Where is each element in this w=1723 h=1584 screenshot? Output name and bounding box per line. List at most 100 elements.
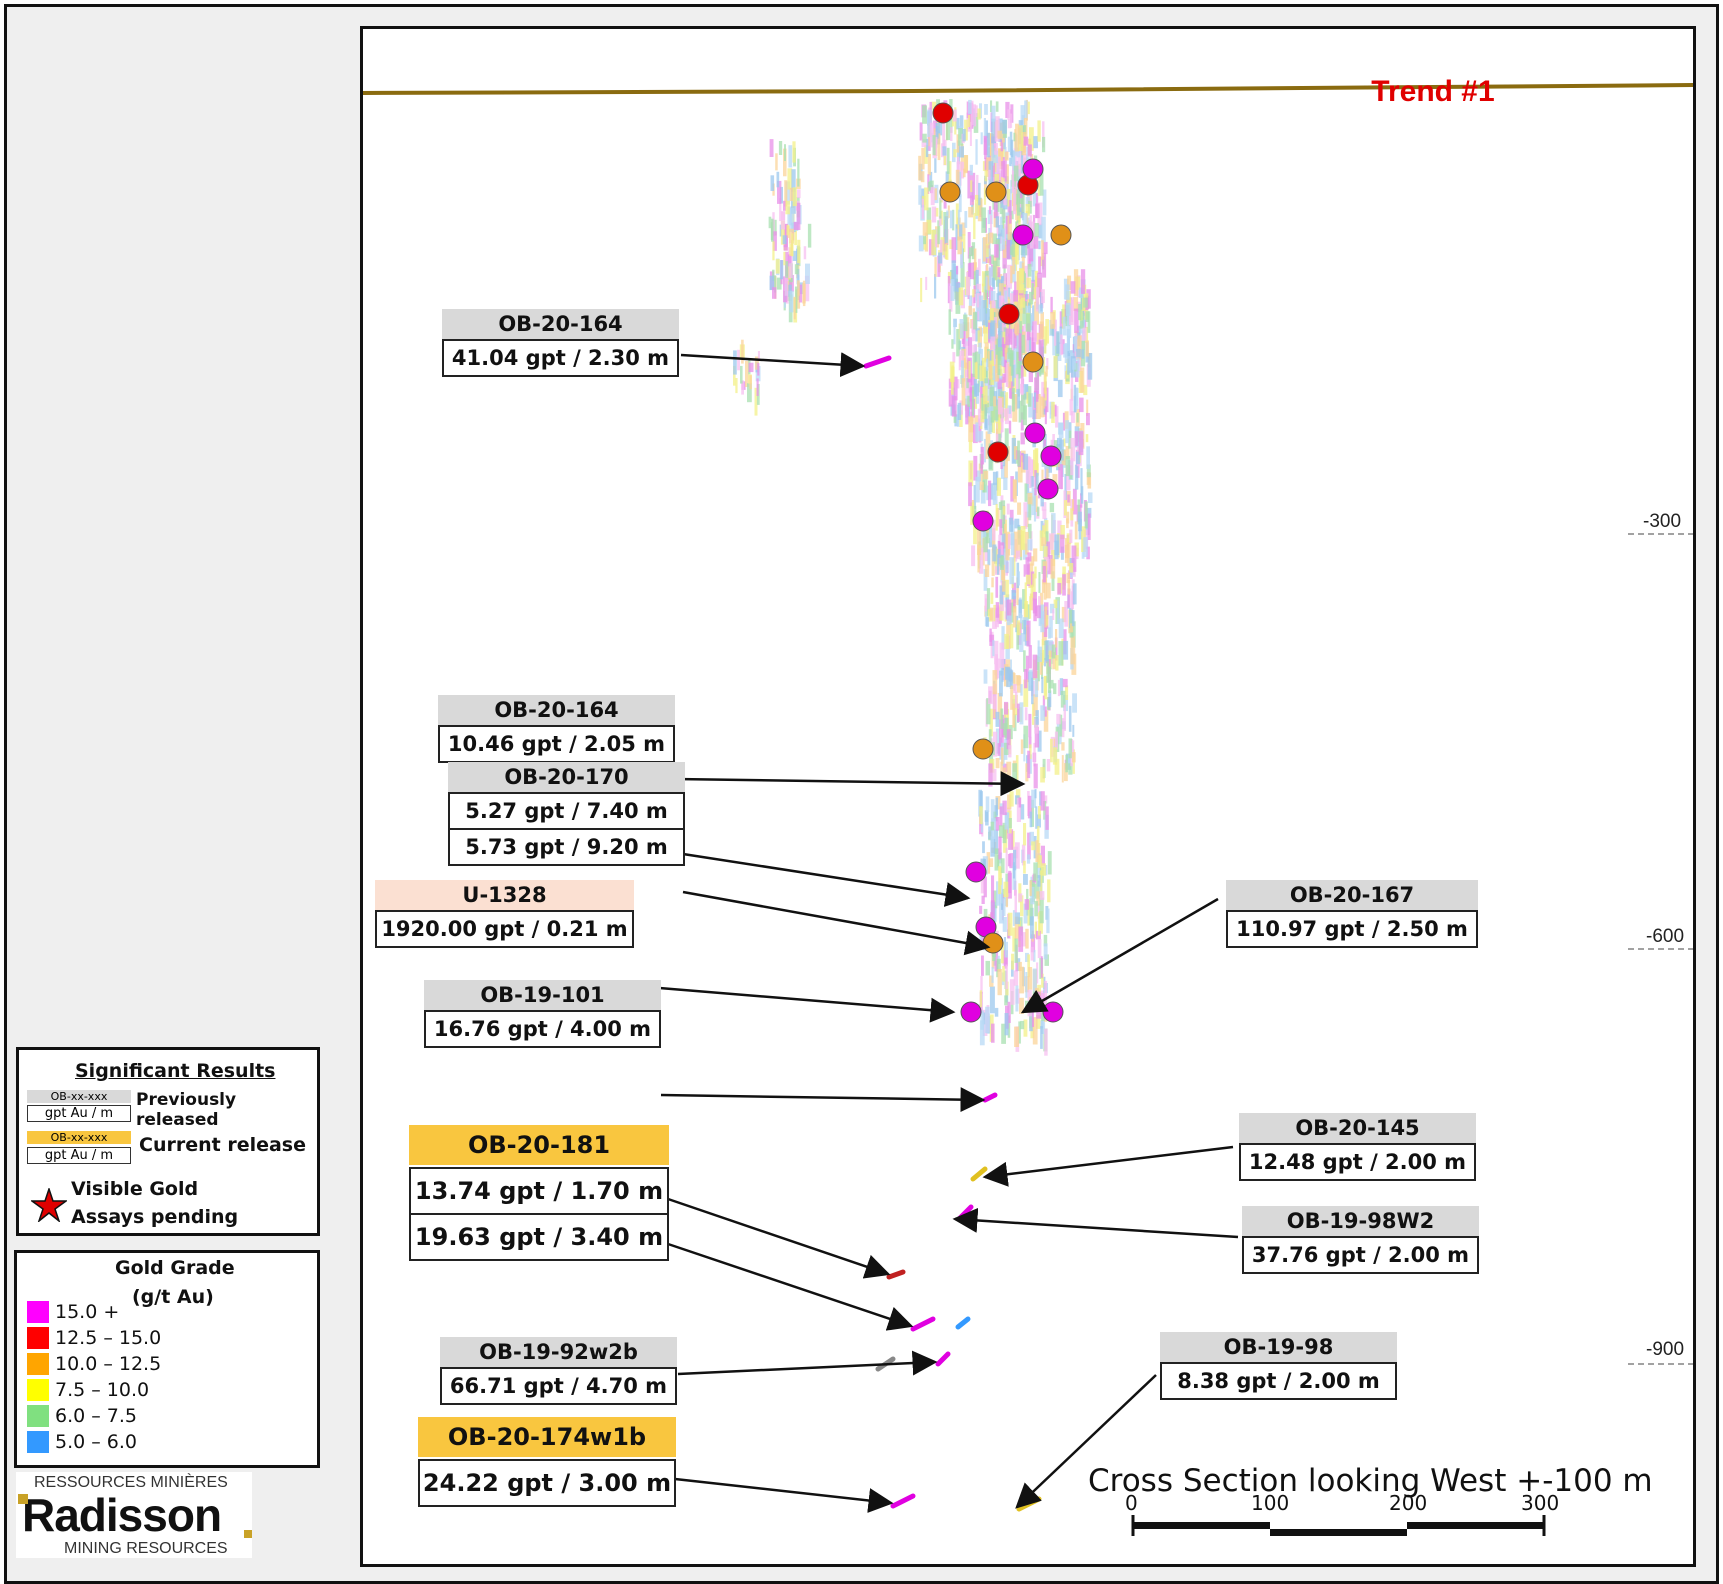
legend-previous-label: Previously released	[136, 1090, 237, 1130]
drill-trace-segment	[1009, 557, 1015, 585]
drill-trace-segment	[1010, 139, 1014, 158]
drill-trace-segment	[1016, 189, 1020, 216]
drill-trace-segment	[1025, 313, 1031, 332]
drill-trace-segment	[994, 244, 999, 258]
drill-trace-segment	[1038, 256, 1042, 274]
drill-trace-segment	[959, 319, 964, 339]
drill-trace-segment	[1018, 333, 1022, 361]
drill-trace-segment	[1043, 943, 1048, 960]
drill-trace-segment	[1056, 713, 1061, 725]
drill-trace-segment	[794, 264, 799, 275]
logo-gold-mark	[18, 1494, 28, 1504]
drill-trace-segment	[1004, 941, 1008, 958]
drill-trace-segment	[1023, 620, 1027, 635]
grade-label-2: 10.0 – 12.5	[55, 1353, 162, 1375]
grade-label-5: 5.0 – 6.0	[55, 1431, 138, 1453]
drill-trace-segment	[998, 836, 1002, 860]
drill-trace-segment	[962, 128, 966, 142]
star-icon	[31, 1188, 67, 1222]
drill-trace-segment	[1029, 811, 1033, 828]
drill-trace-segment	[1055, 629, 1058, 648]
drill-trace-segment	[1024, 707, 1028, 721]
drill-trace-segment	[975, 422, 979, 442]
grade-legend-units: (g/t Au)	[132, 1286, 214, 1308]
drill-trace-segment	[984, 169, 988, 182]
drill-trace-segment	[1015, 323, 1020, 336]
logo-bottom-text: MINING RESOURCES	[64, 1540, 228, 1557]
drill-trace-segment	[1069, 529, 1073, 543]
drill-trace-segment	[1010, 113, 1013, 128]
drill-trace-segment	[1028, 713, 1032, 738]
drill-trace-segment	[1009, 979, 1015, 1005]
drill-trace-segment	[951, 396, 957, 417]
intercept-hole: U-1328	[375, 880, 634, 910]
drill-trace-segment	[1012, 763, 1018, 781]
radisson-logo: RESSOURCES MINIÈRES Radisson MINING RESO…	[16, 1472, 252, 1558]
arrow-ob20164b	[674, 771, 1026, 797]
drill-trace-segment	[997, 743, 1001, 756]
drill-trace-segment	[944, 216, 948, 243]
drill-trace-segment	[996, 477, 1001, 496]
drill-trace-segment	[1042, 525, 1046, 538]
arrow-ob1992	[677, 1350, 938, 1376]
drill-trace-segment	[1003, 477, 1008, 490]
drill-trace-segment	[745, 361, 749, 387]
drill-trace-segment	[982, 841, 985, 854]
drill-trace-segment	[1050, 558, 1056, 579]
drill-trace-segment	[1020, 684, 1023, 696]
drill-trace-segment	[991, 1023, 995, 1043]
drill-trace-segment	[1062, 678, 1068, 688]
drill-trace-segment	[1014, 889, 1017, 913]
drill-trace-segment	[1071, 610, 1075, 627]
grade-swatch-5	[27, 1431, 49, 1453]
drill-trace-segment	[740, 365, 743, 384]
drill-trace-segment	[792, 141, 796, 163]
drill-trace-segment	[968, 305, 972, 316]
drill-trace-segment	[1034, 223, 1039, 237]
drill-trace-segment	[1032, 591, 1037, 614]
drill-trace-segment	[1007, 347, 1012, 359]
drill-trace-segment	[1041, 537, 1047, 546]
leader-arrows	[634, 352, 1239, 1513]
drill-trace-segment	[1000, 761, 1003, 778]
drill-trace-segment	[1014, 938, 1018, 963]
drill-trace-segment	[1055, 655, 1059, 671]
drill-trace-segment	[1046, 759, 1051, 772]
drill-trace-segment	[1002, 157, 1007, 182]
drill-trace-segment	[1003, 881, 1009, 897]
drill-trace-segment	[1015, 243, 1019, 256]
drill-trace-segment	[1032, 654, 1038, 679]
drill-trace-segment	[989, 986, 995, 1014]
drill-trace-segment	[784, 275, 788, 296]
intercept-value: 66.71 gpt / 4.70 m	[440, 1367, 677, 1405]
drill-trace-segment	[975, 139, 978, 165]
drill-trace-segment	[935, 126, 939, 139]
drill-trace-segment	[1008, 420, 1012, 434]
drill-trace-segment	[1073, 384, 1077, 413]
drill-trace-segment	[1033, 136, 1038, 149]
drill-trace-segment	[1050, 738, 1053, 763]
drill-trace-segment	[1010, 533, 1015, 556]
drill-trace-segment	[1063, 704, 1066, 731]
drill-trace-segment	[934, 257, 937, 277]
drill-trace-segment	[971, 545, 976, 567]
scale-tick-300: 300	[1521, 1491, 1560, 1515]
drill-trace-segment	[1050, 296, 1053, 314]
drill-trace-segment	[805, 263, 810, 284]
drill-trace-segment	[988, 364, 993, 380]
drill-trace-segment	[1045, 806, 1049, 830]
drill-trace-segment	[992, 544, 997, 562]
drill-trace-segment	[921, 198, 925, 219]
drill-trace-segment	[997, 130, 1002, 139]
drill-trace-segment	[930, 187, 935, 206]
drill-trace-segment	[1030, 916, 1034, 939]
drill-trace-segment	[1029, 291, 1034, 305]
drill-trace-segment	[1004, 1013, 1009, 1036]
drill-trace-segment	[789, 290, 794, 313]
drill-trace-segment	[1004, 633, 1009, 649]
drill-trace-segment	[1076, 412, 1079, 423]
drill-trace-segment	[1013, 479, 1017, 503]
drill-trace-segment	[779, 260, 784, 280]
drill-trace-segment	[1070, 458, 1074, 476]
drill-trace-segment	[989, 607, 993, 621]
